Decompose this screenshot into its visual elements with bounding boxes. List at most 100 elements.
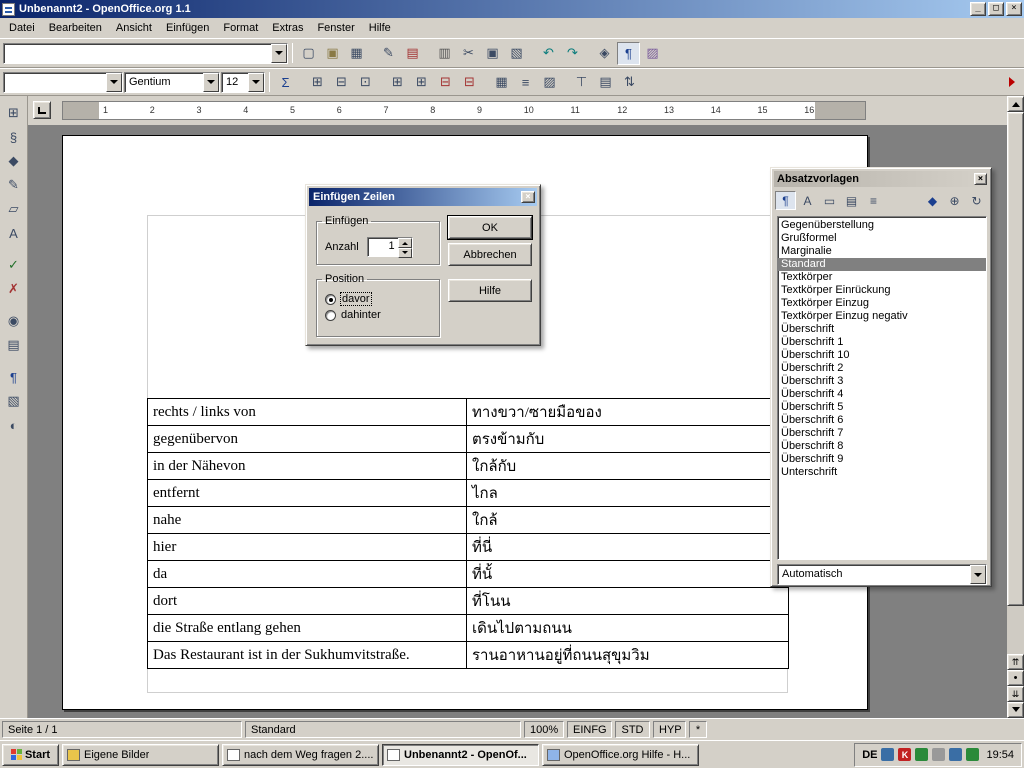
- style-list-item[interactable]: Überschrift 2: [778, 362, 986, 375]
- spellcheck-icon[interactable]: ✓: [3, 254, 25, 276]
- table-cell-thai[interactable]: ใกล้กับ: [467, 453, 789, 479]
- scrollbar-thumb[interactable]: [1007, 112, 1024, 606]
- taskbar-task-eigene-bilder[interactable]: Eigene Bilder: [62, 744, 219, 766]
- menu-ansicht[interactable]: Ansicht: [109, 19, 159, 37]
- anzahl-spin-down-icon[interactable]: [398, 248, 412, 258]
- table-cell-thai[interactable]: ที่นั้: [467, 561, 789, 587]
- taskbar-task-weg-fragen[interactable]: nach dem Weg fragen 2....: [222, 744, 379, 766]
- open-file-icon[interactable]: ▣: [321, 42, 344, 65]
- status-page[interactable]: Seite 1 / 1: [2, 721, 242, 738]
- print-file-icon[interactable]: ▥: [433, 42, 456, 65]
- table-cell-german[interactable]: Das Restaurant ist in der Sukhumvitstraß…: [148, 642, 467, 668]
- style-list-item[interactable]: Textkörper Einrückung: [778, 284, 986, 297]
- close-button[interactable]: ×: [1006, 2, 1022, 16]
- style-list-item[interactable]: Textkörper: [778, 271, 986, 284]
- update-style-icon[interactable]: ↻: [966, 191, 987, 210]
- table-cell-german[interactable]: da: [148, 561, 467, 587]
- scroll-down-icon[interactable]: [1007, 702, 1024, 718]
- undo-icon[interactable]: ↶: [537, 42, 560, 65]
- status-zoom[interactable]: 100%: [524, 721, 564, 738]
- paragraph-style-dropdown-arrow-icon[interactable]: [106, 73, 122, 92]
- input-language-indicator[interactable]: DE: [862, 749, 877, 761]
- status-modified[interactable]: *: [689, 721, 707, 738]
- table-cell-german[interactable]: entfernt: [148, 480, 467, 506]
- scroll-up-icon[interactable]: [1007, 96, 1024, 112]
- font-size-combobox[interactable]: 12: [221, 72, 265, 93]
- font-size-value[interactable]: 12: [222, 73, 248, 92]
- navigator-icon[interactable]: ◈: [593, 42, 616, 65]
- davor-radio-label[interactable]: davor: [341, 293, 371, 305]
- table-cell-german[interactable]: die Straße entlang gehen: [148, 615, 467, 641]
- status-hyperlink-mode[interactable]: HYP: [653, 721, 686, 738]
- page-styles-icon[interactable]: ▤: [841, 191, 862, 210]
- border-line-style-icon[interactable]: ≡: [514, 71, 537, 94]
- previous-page-icon[interactable]: [1007, 654, 1024, 670]
- autotext-icon[interactable]: A: [3, 222, 25, 244]
- horizontal-ruler[interactable]: 1234567891011121314151617: [62, 101, 866, 120]
- vertical-scrollbar[interactable]: [1007, 96, 1024, 718]
- table-cell-thai[interactable]: ตรงข้ามกับ: [467, 426, 789, 452]
- tab-stop-type-selector[interactable]: [33, 101, 51, 119]
- cut-icon[interactable]: ✂: [457, 42, 480, 65]
- style-list-item[interactable]: Überschrift 3: [778, 375, 986, 388]
- save-document-icon[interactable]: ▦: [345, 42, 368, 65]
- new-style-from-selection-icon[interactable]: ⊕: [944, 191, 965, 210]
- menu-hilfe[interactable]: Hilfe: [362, 19, 398, 37]
- redo-icon[interactable]: ↷: [561, 42, 584, 65]
- insert-column-icon[interactable]: ⊞: [410, 71, 433, 94]
- table-cell-thai[interactable]: เดินไปตามถนน: [467, 615, 789, 641]
- status-selection-mode[interactable]: STD: [615, 721, 650, 738]
- insert-fields-icon[interactable]: §: [3, 126, 25, 148]
- style-list-item[interactable]: Marginalie: [778, 245, 986, 258]
- frame-styles-icon[interactable]: ▭: [819, 191, 840, 210]
- url-combobox[interactable]: [3, 43, 288, 64]
- edit-file-icon[interactable]: ✎: [377, 42, 400, 65]
- style-list-item[interactable]: Überschrift 1: [778, 336, 986, 349]
- new-document-icon[interactable]: ▢: [297, 42, 320, 65]
- table-cell-thai[interactable]: ไกล: [467, 480, 789, 506]
- table-cell-thai[interactable]: รานอาหานอยู่ที่ถนนสุขุมวิม: [467, 642, 789, 668]
- style-list-item[interactable]: Überschrift 10: [778, 349, 986, 362]
- stylist-titlebar[interactable]: Absatzvorlagen ×: [774, 171, 988, 187]
- fill-format-mode-icon[interactable]: ◆: [922, 191, 943, 210]
- style-list-item[interactable]: Überschrift 4: [778, 388, 986, 401]
- delete-column-icon[interactable]: ⊟: [458, 71, 481, 94]
- davor-radio[interactable]: [325, 294, 336, 305]
- status-page-style[interactable]: Standard: [245, 721, 521, 738]
- table-cell-thai[interactable]: ทางขวา/ซายมือของ: [467, 399, 789, 425]
- menu-bearbeiten[interactable]: Bearbeiten: [42, 19, 109, 37]
- style-list-item[interactable]: Standard: [778, 258, 986, 271]
- style-list-item[interactable]: Überschrift 8: [778, 440, 986, 453]
- gallery-icon[interactable]: ▨: [641, 42, 664, 65]
- tray-display-icon[interactable]: [881, 748, 894, 761]
- table-properties-icon[interactable]: ▤: [594, 71, 617, 94]
- merge-cells-icon[interactable]: ⊞: [306, 71, 329, 94]
- style-list-item[interactable]: Überschrift 7: [778, 427, 986, 440]
- ok-button[interactable]: OK: [448, 216, 532, 239]
- menu-format[interactable]: Format: [216, 19, 265, 37]
- status-insert-mode[interactable]: EINFG: [567, 721, 612, 738]
- style-list-item[interactable]: Unterschrift: [778, 466, 986, 479]
- dialog-titlebar[interactable]: Einfügen Zeilen ×: [309, 188, 537, 206]
- dahinter-radio-label[interactable]: dahinter: [341, 309, 381, 321]
- table-cell-german[interactable]: gegenübervon: [148, 426, 467, 452]
- font-name-value[interactable]: Gentium: [125, 73, 203, 92]
- taskbar-task-unbenannt2[interactable]: Unbenannt2 - OpenOf...: [382, 744, 539, 766]
- borders-icon[interactable]: ▦: [490, 71, 513, 94]
- menu-datei[interactable]: Datei: [2, 19, 42, 37]
- anzahl-spinner[interactable]: 1: [367, 237, 413, 257]
- anzahl-spin-up-icon[interactable]: [398, 238, 412, 248]
- maximize-button[interactable]: □: [988, 2, 1004, 16]
- style-list-item[interactable]: Grußformel: [778, 232, 986, 245]
- menu-fenster[interactable]: Fenster: [310, 19, 361, 37]
- dahinter-radio[interactable]: [325, 310, 336, 321]
- graphics-onoff-icon[interactable]: ▧: [3, 390, 25, 412]
- tray-keyboard-icon[interactable]: K: [898, 748, 911, 761]
- online-layout-icon[interactable]: ◐: [3, 414, 25, 436]
- form-functions-icon[interactable]: ▱: [3, 198, 25, 220]
- style-list-item[interactable]: Überschrift: [778, 323, 986, 336]
- split-cells-icon[interactable]: ⊟: [330, 71, 353, 94]
- next-page-icon[interactable]: [1007, 686, 1024, 702]
- paragraph-style-value[interactable]: [4, 73, 106, 92]
- delete-row-icon[interactable]: ⊟: [434, 71, 457, 94]
